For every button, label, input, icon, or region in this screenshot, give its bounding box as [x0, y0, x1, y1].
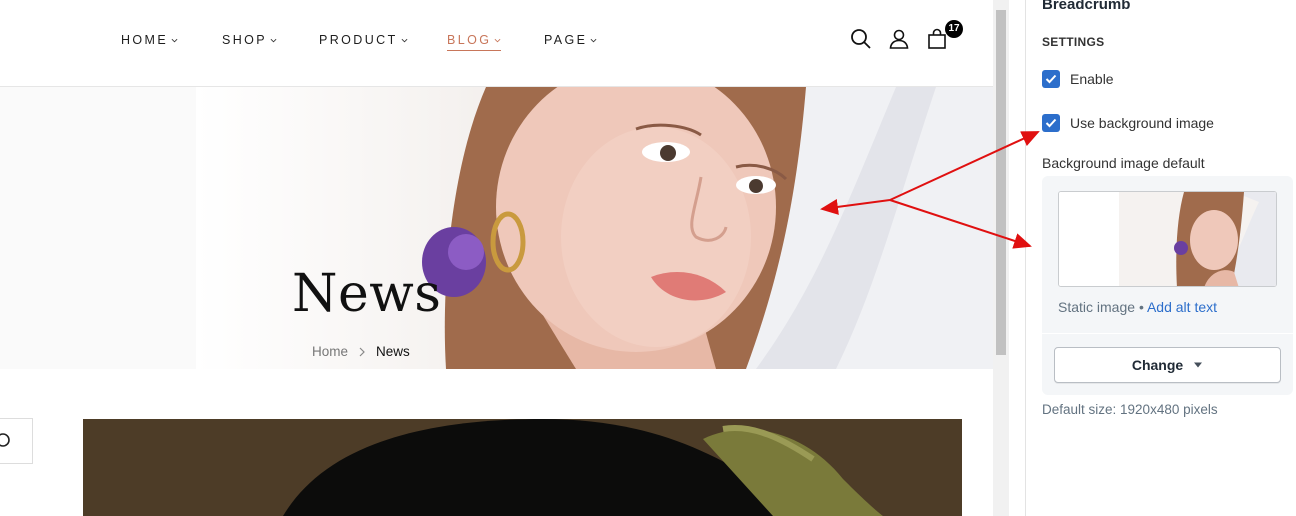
use-background-image-label: Use background image [1070, 115, 1214, 131]
checkmark-icon [1045, 74, 1057, 84]
checkmark-icon [1045, 118, 1057, 128]
chevron-down-icon [270, 38, 277, 42]
enable-checkbox[interactable] [1042, 70, 1060, 88]
background-image-default-label: Background image default [1042, 155, 1205, 171]
blog-post-image[interactable] [83, 419, 962, 516]
nav-home[interactable]: HOME [121, 33, 178, 47]
panel-title: Breadcrumb [1042, 0, 1131, 13]
chevron-right-icon [359, 347, 365, 356]
breadcrumb-home-link[interactable]: Home [312, 344, 348, 359]
image-picker-card: Static image • Add alt text Change [1042, 176, 1293, 395]
sidebar-search-button[interactable] [0, 418, 33, 464]
storefront-preview: HOME SHOP PRODUCT BLOG PAGE 17 News Home… [0, 0, 993, 516]
woman-portrait-image [422, 87, 993, 369]
nav-page-label: PAGE [544, 33, 588, 47]
enable-label: Enable [1070, 71, 1114, 87]
card-divider [1042, 333, 1293, 334]
meta-separator: • [1138, 299, 1144, 315]
nav-product[interactable]: PRODUCT [319, 33, 408, 47]
image-meta: Static image • Add alt text [1058, 299, 1217, 315]
image-type-label: Static image [1058, 299, 1136, 315]
add-alt-text-link[interactable]: Add alt text [1147, 299, 1217, 315]
use-bg-checkbox-row[interactable]: Use background image [1042, 114, 1214, 132]
enable-checkbox-row[interactable]: Enable [1042, 70, 1114, 88]
nav-blog-label: BLOG [447, 33, 492, 47]
search-icon [0, 433, 10, 447]
nav-product-label: PRODUCT [319, 33, 398, 47]
user-icon[interactable] [887, 27, 911, 51]
caret-down-icon [1194, 362, 1203, 368]
chevron-down-icon [401, 38, 408, 42]
breadcrumb: Home News [312, 344, 410, 359]
page-title: News [292, 264, 442, 324]
chevron-down-icon [171, 38, 178, 42]
settings-section-label: SETTINGS [1042, 35, 1105, 49]
blog-post-photo [83, 419, 962, 516]
breadcrumb-hero: News Home News [0, 87, 993, 369]
nav-page[interactable]: PAGE [544, 33, 597, 47]
nav-shop-label: SHOP [222, 33, 268, 47]
preview-scrollbar-thumb[interactable] [996, 10, 1006, 355]
use-background-image-checkbox[interactable] [1042, 114, 1060, 132]
chevron-down-icon [590, 38, 597, 42]
change-image-button[interactable]: Change [1054, 347, 1281, 383]
thumbnail-portrait-image [1059, 192, 1276, 286]
nav-shop[interactable]: SHOP [222, 33, 277, 47]
nav-blog[interactable]: BLOG [447, 33, 502, 51]
background-image-thumbnail[interactable] [1058, 191, 1277, 287]
default-size-hint: Default size: 1920x480 pixels [1042, 402, 1218, 417]
nav-home-label: HOME [121, 33, 169, 47]
cart-count-badge: 17 [945, 20, 963, 38]
chevron-down-icon [494, 38, 501, 42]
change-button-label: Change [1131, 357, 1184, 373]
search-icon[interactable] [849, 27, 873, 51]
hero-background-image [196, 87, 993, 369]
site-header: HOME SHOP PRODUCT BLOG PAGE 17 [0, 0, 993, 87]
breadcrumb-current: News [376, 344, 410, 359]
settings-panel: Breadcrumb SETTINGS Enable Use backgroun… [1026, 0, 1296, 516]
